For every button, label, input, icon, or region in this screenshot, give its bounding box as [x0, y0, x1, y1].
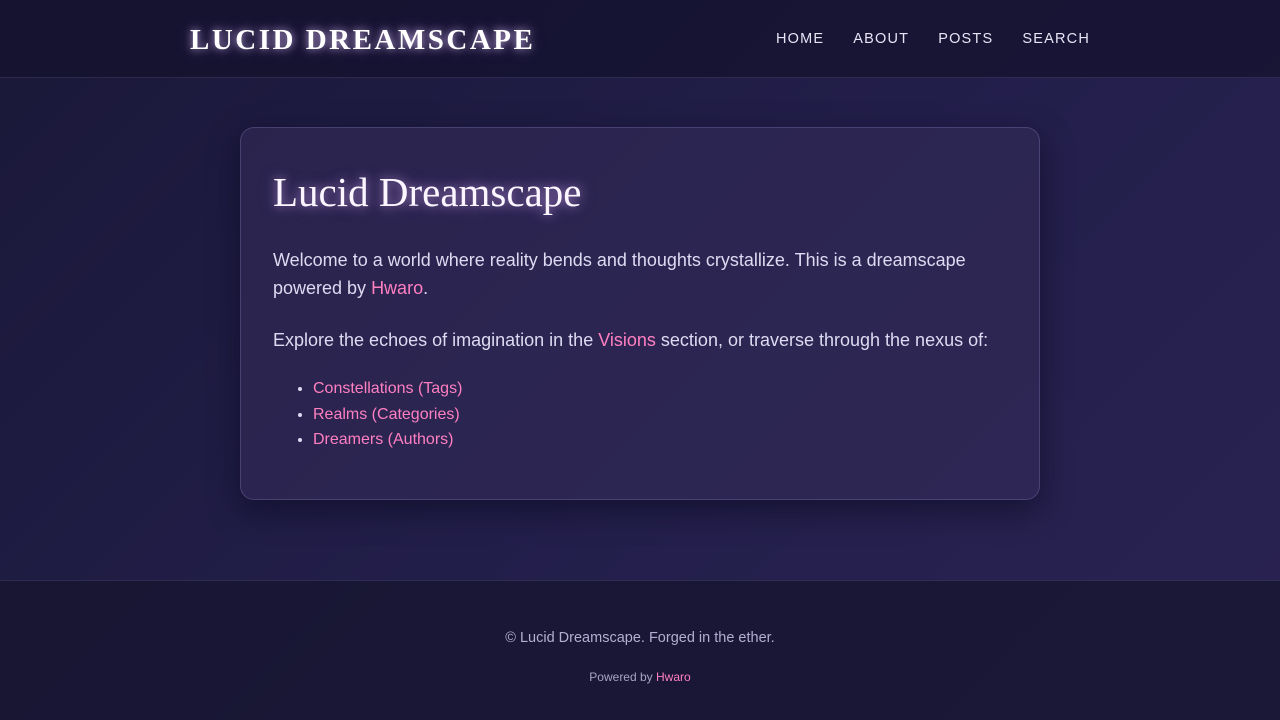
- powered-by: Powered by Hwaro: [0, 670, 1280, 685]
- copyright-text: © Lucid Dreamscape. Forged in the ether.: [505, 630, 775, 646]
- intro-paragraph: Welcome to a world where reality bends a…: [273, 246, 1007, 302]
- categories-link[interactable]: Realms (Categories): [313, 406, 460, 423]
- page-title: Lucid Dreamscape: [273, 169, 582, 215]
- list-item: Constellations (Tags): [313, 376, 1007, 402]
- list-item: Dreamers (Authors): [313, 427, 1007, 453]
- nav-search-link[interactable]: SEARCH: [1022, 30, 1090, 48]
- nav-about-link[interactable]: ABOUT: [853, 30, 909, 48]
- hwaro-link[interactable]: Hwaro: [371, 278, 423, 298]
- intro-card: Lucid Dreamscape Welcome to a world wher…: [240, 127, 1040, 500]
- tags-link[interactable]: Constellations (Tags): [313, 380, 462, 397]
- footer-hwaro-link[interactable]: Hwaro: [656, 670, 691, 684]
- main-nav: HOME ABOUT POSTS SEARCH: [776, 30, 1090, 48]
- explore-paragraph: Explore the echoes of imagination in the…: [273, 326, 1007, 354]
- authors-link[interactable]: Dreamers (Authors): [313, 431, 453, 448]
- powered-by-text: Powered by: [589, 670, 656, 684]
- intro-text-end: .: [423, 278, 429, 298]
- site-logo-link[interactable]: LUCID DREAMSCAPE: [190, 22, 535, 58]
- list-item: Realms (Categories): [313, 402, 1007, 428]
- site-header: LUCID DREAMSCAPE HOME ABOUT POSTS SEARCH: [0, 0, 1280, 78]
- nav-home-link[interactable]: HOME: [776, 30, 824, 48]
- taxonomy-list: Constellations (Tags) Realms (Categories…: [273, 376, 1007, 453]
- nav-posts-link[interactable]: POSTS: [938, 30, 993, 48]
- explore-text-end: section, or traverse through the nexus o…: [655, 330, 989, 350]
- visions-link[interactable]: Visions: [598, 330, 656, 350]
- site-footer: © Lucid Dreamscape. Forged in the ether.…: [0, 580, 1280, 720]
- explore-text: Explore the echoes of imagination in the: [273, 330, 599, 350]
